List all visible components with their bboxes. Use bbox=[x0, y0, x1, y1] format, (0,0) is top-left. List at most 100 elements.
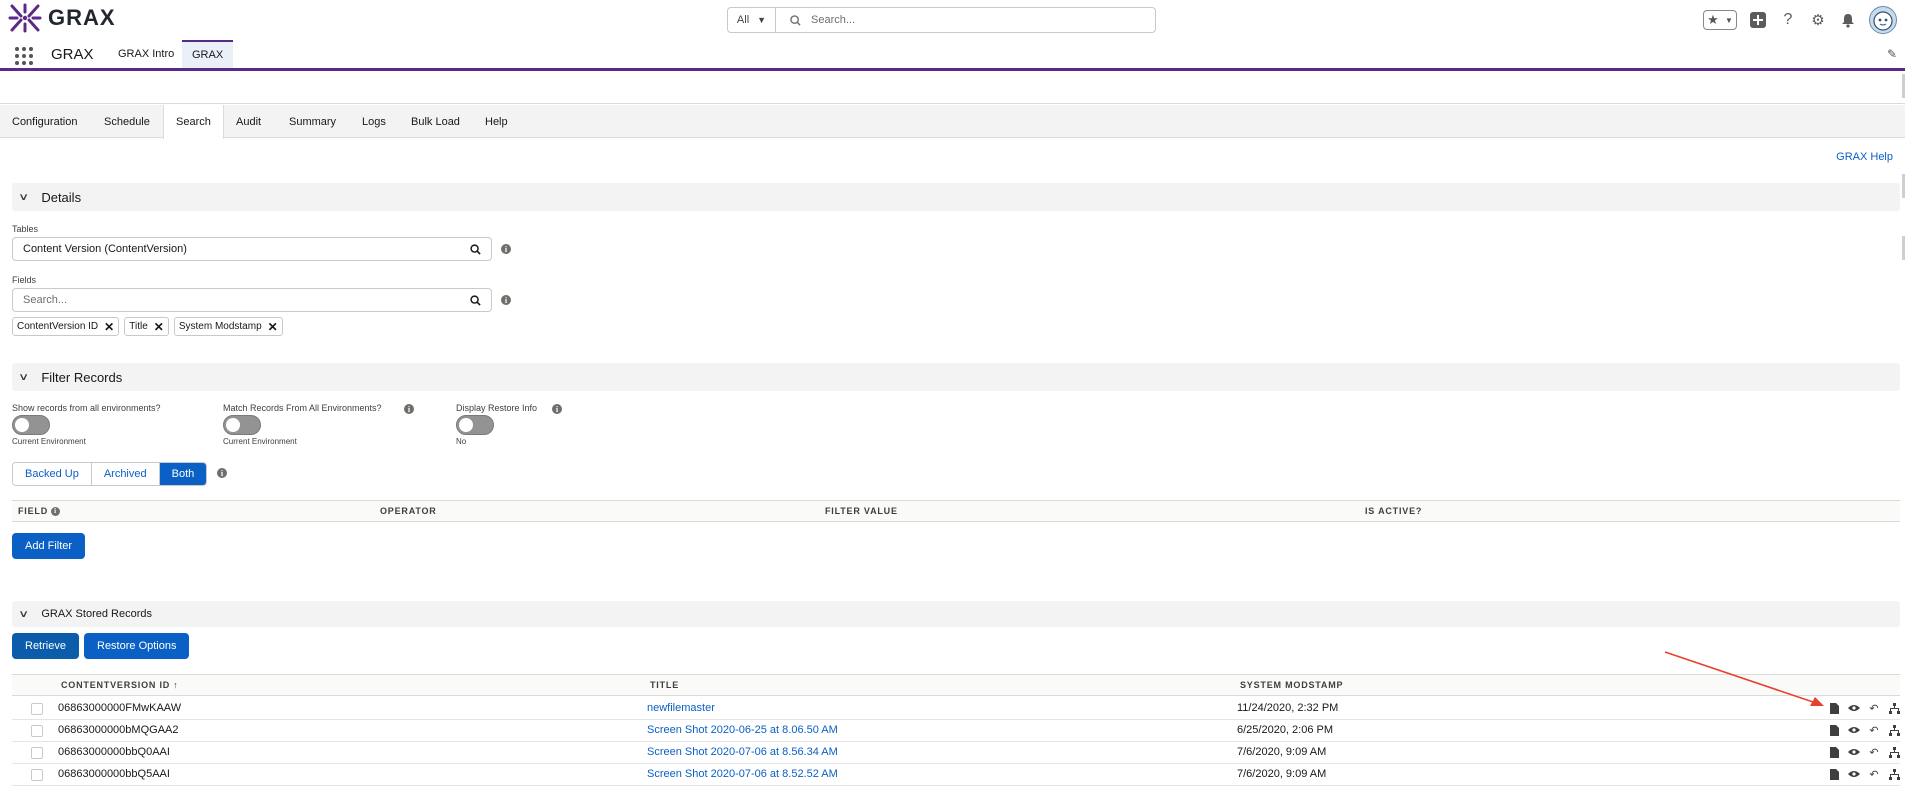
tab-configuration[interactable]: Configuration bbox=[0, 105, 89, 138]
record-title-link[interactable]: Screen Shot 2020-07-06 at 8.52.52 AM bbox=[647, 768, 838, 780]
eye-icon[interactable] bbox=[1848, 746, 1860, 758]
row-checkbox[interactable] bbox=[31, 703, 43, 715]
bell-icon bbox=[1842, 13, 1854, 28]
undo-icon[interactable]: ↶ bbox=[1868, 746, 1880, 759]
hierarchy-icon[interactable] bbox=[1888, 768, 1900, 780]
undo-icon[interactable]: ↶ bbox=[1868, 768, 1880, 781]
fields-search-input[interactable]: Search... bbox=[12, 288, 492, 312]
nav-tab-grax-intro[interactable]: GRAX Intro bbox=[108, 40, 184, 68]
pill-label: System Modstamp bbox=[178, 321, 262, 332]
tab-bulk-load[interactable]: Bulk Load bbox=[399, 105, 472, 138]
notifications-button[interactable] bbox=[1839, 11, 1857, 29]
pill-label: Title bbox=[129, 321, 148, 332]
details-section-header[interactable]: ∨ Details bbox=[12, 183, 1900, 211]
archived-button[interactable]: Archived bbox=[91, 463, 160, 485]
filter-title: Filter Records bbox=[41, 369, 123, 385]
record-title-link[interactable]: Screen Shot 2020-06-25 at 8.06.50 AM bbox=[647, 724, 838, 736]
info-icon[interactable]: i bbox=[552, 404, 562, 414]
search-scope-select[interactable]: All ▼ bbox=[728, 8, 776, 32]
file-icon[interactable] bbox=[1828, 768, 1840, 780]
display-restore-info-toggle[interactable] bbox=[456, 415, 494, 435]
add-icon bbox=[1750, 12, 1766, 28]
info-icon[interactable]: i bbox=[404, 404, 414, 414]
info-icon[interactable]: i bbox=[501, 244, 511, 254]
restore-options-button[interactable]: Restore Options bbox=[84, 633, 190, 659]
app-launcher-icon[interactable] bbox=[15, 47, 33, 65]
eye-icon[interactable] bbox=[1848, 724, 1860, 736]
all-environments-toggle[interactable] bbox=[12, 415, 50, 435]
gear-icon: ⚙ bbox=[1811, 12, 1825, 29]
pill-label: ContentVersion ID bbox=[17, 321, 99, 332]
column-header-filter-value: FILTER VALUE bbox=[825, 506, 898, 516]
row-actions: ↶ bbox=[1828, 724, 1900, 737]
undo-icon[interactable]: ↶ bbox=[1868, 724, 1880, 737]
file-icon[interactable] bbox=[1828, 724, 1840, 736]
search-icon bbox=[470, 243, 481, 255]
tab-audit[interactable]: Audit bbox=[224, 105, 273, 138]
field-pill[interactable]: ContentVersion ID ✕ bbox=[12, 317, 120, 336]
close-icon[interactable]: ✕ bbox=[104, 320, 114, 334]
record-id: 06863000000FMwKAAW bbox=[58, 702, 182, 714]
grax-help-link[interactable]: GRAX Help bbox=[1836, 151, 1893, 163]
tab-help[interactable]: Help bbox=[473, 105, 520, 138]
user-avatar[interactable] bbox=[1869, 6, 1897, 34]
info-icon[interactable]: i bbox=[501, 295, 511, 305]
match-records-toggle[interactable] bbox=[223, 415, 261, 435]
grax-logo[interactable]: GRAX bbox=[8, 3, 116, 33]
search-input[interactable]: Search... bbox=[776, 8, 1155, 32]
tab-schedule[interactable]: Schedule bbox=[92, 105, 162, 138]
column-header-system-modstamp[interactable]: SYSTEM MODSTAMP bbox=[1240, 680, 1343, 690]
search-placeholder: Search... bbox=[811, 14, 856, 26]
hierarchy-icon[interactable] bbox=[1888, 746, 1900, 758]
astro-avatar-icon bbox=[1873, 11, 1893, 31]
row-checkbox[interactable] bbox=[31, 747, 43, 759]
nav-tab-grax[interactable]: GRAX bbox=[182, 40, 234, 68]
eye-icon[interactable] bbox=[1848, 768, 1860, 780]
tab-summary[interactable]: Summary bbox=[277, 105, 348, 138]
record-modstamp: 7/6/2020, 9:09 AM bbox=[1237, 746, 1327, 758]
tables-combobox[interactable]: Content Version (ContentVersion) bbox=[12, 237, 492, 261]
record-title-link[interactable]: newfilemaster bbox=[647, 702, 715, 714]
hierarchy-icon[interactable] bbox=[1888, 724, 1900, 736]
toggle-label: Match Records From All Environments? bbox=[223, 403, 382, 413]
filter-section-header[interactable]: ∨ Filter Records bbox=[12, 363, 1900, 391]
table-row: 06863000000bbQ5AAI Screen Shot 2020-07-0… bbox=[12, 764, 1900, 786]
chevron-down-icon: ∨ bbox=[18, 608, 30, 620]
close-icon[interactable]: ✕ bbox=[268, 320, 278, 334]
eye-icon[interactable] bbox=[1848, 702, 1860, 714]
setup-button[interactable]: ⚙ bbox=[1809, 11, 1827, 29]
page-header-strip bbox=[0, 74, 1905, 104]
undo-icon[interactable]: ↶ bbox=[1868, 702, 1880, 715]
table-row: 06863000000FMwKAAW newfilemaster 11/24/2… bbox=[12, 698, 1900, 720]
row-actions: ↶ bbox=[1828, 768, 1900, 781]
close-icon[interactable]: ✕ bbox=[154, 320, 164, 334]
row-checkbox[interactable] bbox=[31, 769, 43, 781]
hierarchy-icon[interactable] bbox=[1888, 702, 1900, 714]
tab-logs[interactable]: Logs bbox=[350, 105, 398, 138]
stored-records-section-header[interactable]: ∨ GRAX Stored Records bbox=[12, 601, 1900, 627]
tables-value: Content Version (ContentVersion) bbox=[23, 243, 187, 255]
file-icon[interactable] bbox=[1828, 746, 1840, 758]
field-pill[interactable]: Title ✕ bbox=[124, 317, 169, 336]
backed-up-button[interactable]: Backed Up bbox=[13, 463, 92, 485]
add-filter-button[interactable]: Add Filter bbox=[12, 533, 86, 559]
favorites-button[interactable]: ★ ▼ bbox=[1703, 10, 1737, 30]
row-actions: ↶ bbox=[1828, 702, 1900, 715]
record-id: 06863000000bbQ0AAI bbox=[58, 746, 170, 758]
toggle-label: Show records from all environments? bbox=[12, 403, 161, 413]
field-pill[interactable]: System Modstamp ✕ bbox=[173, 317, 283, 336]
column-header-contentversion-id[interactable]: CONTENTVERSION ID ↑ bbox=[61, 680, 178, 690]
info-icon[interactable]: i bbox=[217, 468, 227, 478]
both-button[interactable]: Both bbox=[159, 463, 207, 485]
record-title-link[interactable]: Screen Shot 2020-07-06 at 8.56.34 AM bbox=[647, 746, 838, 758]
info-icon[interactable]: i bbox=[51, 506, 60, 516]
help-button[interactable]: ? bbox=[1779, 11, 1797, 29]
tab-search[interactable]: Search bbox=[163, 105, 224, 139]
record-id: 06863000000bbQ5AAI bbox=[58, 768, 170, 780]
stored-records-title: GRAX Stored Records bbox=[41, 608, 152, 620]
column-header-title[interactable]: TITLE bbox=[650, 680, 679, 690]
pencil-icon[interactable]: ✎ bbox=[1887, 47, 1897, 61]
global-actions-button[interactable] bbox=[1749, 11, 1767, 29]
retrieve-button[interactable]: Retrieve bbox=[12, 633, 79, 659]
row-checkbox[interactable] bbox=[31, 725, 43, 737]
